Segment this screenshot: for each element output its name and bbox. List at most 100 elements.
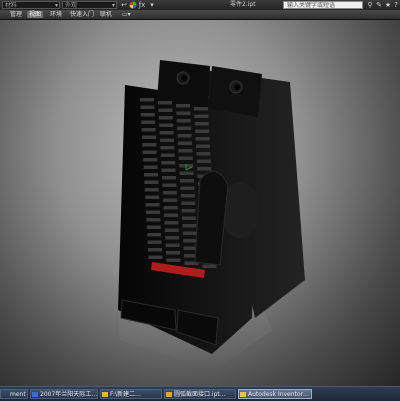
taskbar-item[interactable]: 2007年兰阳天际工… — [30, 389, 98, 399]
vent-slot — [182, 231, 197, 235]
vent-slot — [196, 159, 211, 163]
vent-slot — [160, 146, 175, 150]
vent-slot — [158, 116, 173, 120]
vent-slot — [142, 143, 157, 147]
vent-slot — [180, 194, 195, 198]
vent-slot — [164, 221, 179, 225]
chevron-down-icon: ▾ — [54, 2, 58, 9]
tab-manage[interactable]: 管理 — [8, 11, 24, 18]
formula-icon[interactable]: ƒx — [138, 1, 146, 9]
tab-online[interactable]: 联机 — [98, 11, 114, 18]
vent-slot — [146, 225, 161, 229]
vent-slot — [160, 153, 175, 157]
vent-slot — [202, 264, 217, 268]
vent-slot — [196, 144, 210, 148]
vent-slot — [145, 203, 160, 207]
document-icon — [32, 392, 38, 397]
vent-slot — [177, 126, 192, 130]
vent-slot — [183, 239, 198, 243]
vent-slot — [163, 206, 178, 210]
vent-slot — [177, 134, 192, 138]
vent-slot — [162, 183, 177, 187]
vent-slot — [176, 104, 190, 108]
taskbar-item-active[interactable]: Autodesk Inventor… — [238, 389, 312, 399]
graphics-viewport[interactable] — [0, 20, 400, 386]
vent-slot — [165, 236, 180, 240]
vent-slot — [181, 209, 196, 213]
material-dropdown[interactable]: 材料 ▾ — [2, 1, 60, 9]
vent-slot — [195, 137, 210, 141]
vent-slot — [194, 114, 209, 118]
taskbar-item-label: Autodesk Inventor… — [248, 391, 310, 398]
vent-slot — [178, 156, 193, 160]
vent-slot — [144, 188, 159, 192]
search-input[interactable]: 输入关键字或短语 — [283, 1, 363, 9]
vent-slot — [143, 165, 158, 169]
vent-slot — [159, 123, 174, 127]
vent-slot — [141, 120, 156, 124]
ribbon-tab-bar: 管理 视图 环境 快速入门 联机 ▭▾ — [0, 10, 400, 20]
vent-slot — [147, 240, 162, 244]
taskbar-item-label: 圆弧截面接口.ipt… — [174, 391, 226, 398]
tab-get-started[interactable]: 快速入门 — [68, 11, 96, 18]
windows-taskbar: ment 2007年兰阳天际工… F:\新建二… 圆弧截面接口.ipt… Aut… — [0, 386, 400, 401]
folder-icon — [102, 392, 108, 397]
search-icon[interactable]: ⚲ — [366, 1, 374, 9]
taskbar-item-label: F:\新建二… — [110, 391, 142, 398]
vent-slot — [145, 195, 160, 199]
vent-slot — [140, 113, 155, 117]
tab-environments[interactable]: 环境 — [48, 11, 64, 18]
inventor-app-icon — [240, 392, 246, 397]
vent-slot — [182, 216, 196, 220]
vent-slot — [162, 191, 177, 195]
vent-slot — [194, 107, 208, 111]
vent-slot — [164, 228, 179, 232]
taskbar-item[interactable]: 圆弧截面接口.ipt… — [164, 389, 236, 399]
chevron-down-icon: ▾ — [111, 2, 115, 9]
vent-slot — [179, 171, 194, 175]
vent-slot — [144, 180, 159, 184]
vent-slot — [144, 173, 158, 177]
vent-slot — [165, 243, 180, 247]
vent-slot — [178, 149, 193, 153]
vent-slot — [164, 213, 178, 217]
vent-slot — [142, 135, 156, 139]
vent-slot — [140, 98, 154, 102]
screw-hole-left-inner — [181, 75, 187, 81]
help-icon[interactable]: ✎ — [375, 1, 383, 9]
vent-slot — [148, 255, 163, 259]
vent-slot — [181, 201, 196, 205]
dropdown-icon[interactable]: ▾ — [148, 1, 156, 9]
vent-slot — [180, 186, 195, 190]
vent-slot — [141, 128, 156, 132]
vent-slot — [176, 119, 191, 123]
vent-slot — [180, 179, 194, 183]
vent-slot — [163, 198, 178, 202]
vent-slot — [166, 258, 181, 262]
vent-slot — [160, 138, 174, 142]
appearance-dropdown[interactable]: 外观 ▾ — [62, 1, 117, 9]
taskbar-item[interactable]: ment — [0, 389, 28, 399]
inventor-file-icon — [166, 392, 172, 397]
vent-slot — [147, 233, 162, 237]
appearance-dropdown-placeholder: 外观 — [65, 2, 78, 9]
vent-slot — [194, 122, 209, 126]
vent-slot — [148, 248, 162, 252]
taskbar-item[interactable]: F:\新建二… — [100, 389, 162, 399]
vent-slot — [161, 161, 176, 165]
vent-slot — [158, 108, 173, 112]
vent-slot — [197, 167, 212, 171]
tab-view[interactable]: 视图 — [27, 11, 44, 18]
vent-slot — [196, 152, 211, 156]
help-icon[interactable]: ? — [392, 1, 400, 9]
vent-slot — [142, 150, 157, 154]
vent-slot — [140, 105, 155, 109]
vent-slot — [166, 251, 180, 255]
screw-hole-right-inner — [234, 84, 240, 90]
return-icon[interactable]: ↩ — [120, 1, 128, 9]
star-icon[interactable]: ★ — [384, 1, 392, 9]
vent-slot — [182, 224, 197, 228]
vent-slot — [158, 101, 172, 105]
color-wheel-icon[interactable] — [129, 1, 137, 9]
ribbon-minimize-icon[interactable]: ▭▾ — [120, 11, 133, 18]
